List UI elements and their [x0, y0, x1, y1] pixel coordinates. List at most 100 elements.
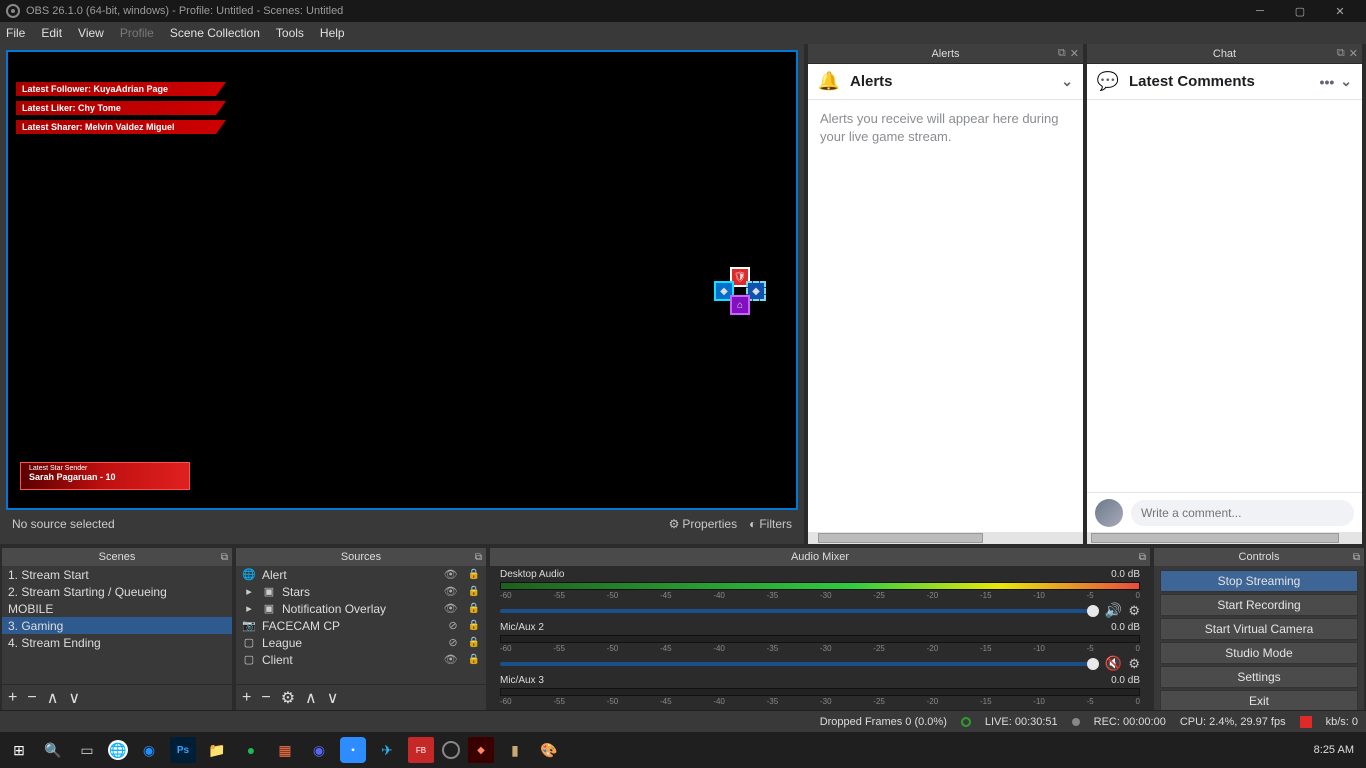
- visibility-toggle[interactable]: 👁: [444, 585, 458, 598]
- menu-edit[interactable]: Edit: [41, 26, 62, 40]
- tb-chrome[interactable]: 🌐: [108, 740, 128, 760]
- alerts-header[interactable]: 🔔 Alerts ⌄: [808, 64, 1083, 100]
- chevron-down-icon[interactable]: ⌄: [1340, 73, 1352, 90]
- preview-canvas[interactable]: Latest Follower: KuyaAdrian Page Latest …: [6, 50, 798, 510]
- source-item[interactable]: ▸▣Stars👁🔒: [236, 583, 486, 600]
- popout-icon[interactable]: ⧉: [1139, 552, 1146, 563]
- overlay-badges: 🛡 ◆ ◆ ⌂: [714, 267, 768, 315]
- volume-slider[interactable]: [500, 609, 1099, 613]
- mute-button[interactable]: 🔊: [1105, 602, 1122, 619]
- lock-toggle[interactable]: 🔒: [468, 620, 480, 631]
- lock-toggle[interactable]: 🔒: [468, 586, 480, 597]
- remove-source-button[interactable]: −: [261, 689, 270, 707]
- source-item[interactable]: 📷FACECAM CP⊘🔒: [236, 617, 486, 634]
- comment-input[interactable]: [1131, 500, 1354, 526]
- sources-panel: Sources⧉ 🌐Alert👁🔒▸▣Stars👁🔒▸▣Notification…: [236, 548, 486, 710]
- menu-view[interactable]: View: [78, 26, 104, 40]
- popout-icon[interactable]: ⧉: [475, 552, 482, 563]
- track-settings-button[interactable]: ⚙: [1128, 603, 1140, 619]
- chat-header[interactable]: 💬 Latest Comments ••• ⌄: [1087, 64, 1362, 100]
- control-studio-mode[interactable]: Studio Mode: [1160, 642, 1358, 664]
- add-scene-button[interactable]: +: [8, 689, 17, 707]
- source-item[interactable]: 🌐Alert👁🔒: [236, 566, 486, 583]
- tb-telegram[interactable]: ✈: [374, 737, 400, 763]
- visibility-toggle[interactable]: ⊘: [448, 636, 457, 649]
- menu-profile[interactable]: Profile: [120, 26, 154, 40]
- visibility-toggle[interactable]: ⊘: [448, 619, 457, 632]
- popout-icon[interactable]: ⧉: [1058, 47, 1066, 60]
- lock-toggle[interactable]: 🔒: [468, 637, 480, 648]
- source-down-button[interactable]: ∨: [327, 688, 339, 708]
- visibility-toggle[interactable]: 👁: [444, 602, 458, 615]
- volume-slider[interactable]: [500, 662, 1099, 666]
- properties-button[interactable]: ⚙Properties: [669, 517, 737, 531]
- expand-icon[interactable]: ▸: [242, 602, 256, 615]
- tb-spotify[interactable]: ●: [238, 737, 264, 763]
- menu-help[interactable]: Help: [320, 26, 345, 40]
- scene-item[interactable]: 2. Stream Starting / Queueing: [2, 583, 232, 600]
- close-icon[interactable]: ✕: [1070, 47, 1079, 60]
- source-props-button[interactable]: ⚙: [281, 688, 295, 708]
- scene-item[interactable]: 4. Stream Ending: [2, 634, 232, 651]
- control-exit[interactable]: Exit: [1160, 690, 1358, 710]
- lock-toggle[interactable]: 🔒: [468, 654, 480, 665]
- source-item[interactable]: ▸▣Notification Overlay👁🔒: [236, 600, 486, 617]
- tb-zoom[interactable]: ▪: [340, 737, 366, 763]
- remove-scene-button[interactable]: −: [27, 689, 36, 707]
- filters-button[interactable]: ◐Filters: [749, 517, 792, 531]
- alerts-scrollbar[interactable]: [808, 532, 1083, 544]
- control-start-recording[interactable]: Start Recording: [1160, 594, 1358, 616]
- maximize-button[interactable]: ▢: [1280, 0, 1320, 22]
- scenes-panel: Scenes⧉ 1. Stream Start2. Stream Startin…: [2, 548, 232, 710]
- tb-photoshop[interactable]: Ps: [170, 737, 196, 763]
- track-settings-button[interactable]: ⚙: [1128, 656, 1140, 672]
- source-item[interactable]: ▢Client👁🔒: [236, 651, 486, 668]
- taskview-button[interactable]: ▭: [74, 737, 100, 763]
- close-button[interactable]: ✕: [1320, 0, 1360, 22]
- more-icon[interactable]: •••: [1320, 74, 1335, 90]
- chevron-down-icon[interactable]: ⌄: [1061, 73, 1073, 90]
- popout-icon[interactable]: ⧉: [1353, 552, 1360, 563]
- expand-icon[interactable]: ▸: [242, 585, 256, 598]
- scene-up-button[interactable]: ∧: [47, 688, 59, 708]
- control-settings[interactable]: Settings: [1160, 666, 1358, 688]
- tb-app2[interactable]: FB: [408, 737, 434, 763]
- tb-explorer[interactable]: 📁: [204, 737, 230, 763]
- popout-icon[interactable]: ⧉: [221, 552, 228, 563]
- search-button[interactable]: 🔍: [40, 737, 66, 763]
- control-stop-streaming[interactable]: Stop Streaming: [1160, 570, 1358, 592]
- vu-meter: [500, 635, 1140, 643]
- tb-app4[interactable]: 🎨: [536, 737, 562, 763]
- tb-obs[interactable]: [442, 741, 460, 759]
- tb-app1[interactable]: ▦: [272, 737, 298, 763]
- popout-icon[interactable]: ⧉: [1337, 47, 1345, 60]
- mute-button[interactable]: 🔇: [1105, 655, 1122, 672]
- close-icon[interactable]: ✕: [1349, 47, 1358, 60]
- scene-down-button[interactable]: ∨: [68, 688, 80, 708]
- avatar[interactable]: [1095, 499, 1123, 527]
- minimize-button[interactable]: ─: [1240, 0, 1280, 22]
- add-source-button[interactable]: +: [242, 689, 251, 707]
- scene-item[interactable]: 3. Gaming: [2, 617, 232, 634]
- start-button[interactable]: ⊞: [6, 737, 32, 763]
- scene-item[interactable]: 1. Stream Start: [2, 566, 232, 583]
- taskbar-clock[interactable]: 8:25 AM: [1314, 744, 1360, 756]
- lock-toggle[interactable]: 🔒: [468, 603, 480, 614]
- chat-scrollbar[interactable]: [1087, 532, 1362, 544]
- tb-lol[interactable]: ▮: [502, 737, 528, 763]
- obs-logo-icon: [6, 4, 20, 18]
- control-start-virtual-camera[interactable]: Start Virtual Camera: [1160, 618, 1358, 640]
- tb-app3[interactable]: ◆: [468, 737, 494, 763]
- menu-file[interactable]: File: [6, 26, 25, 40]
- visibility-toggle[interactable]: 👁: [444, 653, 458, 666]
- visibility-toggle[interactable]: 👁: [444, 568, 458, 581]
- lock-toggle[interactable]: 🔒: [468, 569, 480, 580]
- source-up-button[interactable]: ∧: [305, 688, 317, 708]
- menu-scene-collection[interactable]: Scene Collection: [170, 26, 260, 40]
- tb-edge[interactable]: ◉: [136, 737, 162, 763]
- source-item[interactable]: ▢League⊘🔒: [236, 634, 486, 651]
- menu-tools[interactable]: Tools: [276, 26, 304, 40]
- tb-discord[interactable]: ◉: [306, 737, 332, 763]
- mixer-track: Mic/Aux 20.0 dB-60-55-50-45-40-35-30-25-…: [490, 619, 1150, 672]
- scene-item[interactable]: MOBILE: [2, 600, 232, 617]
